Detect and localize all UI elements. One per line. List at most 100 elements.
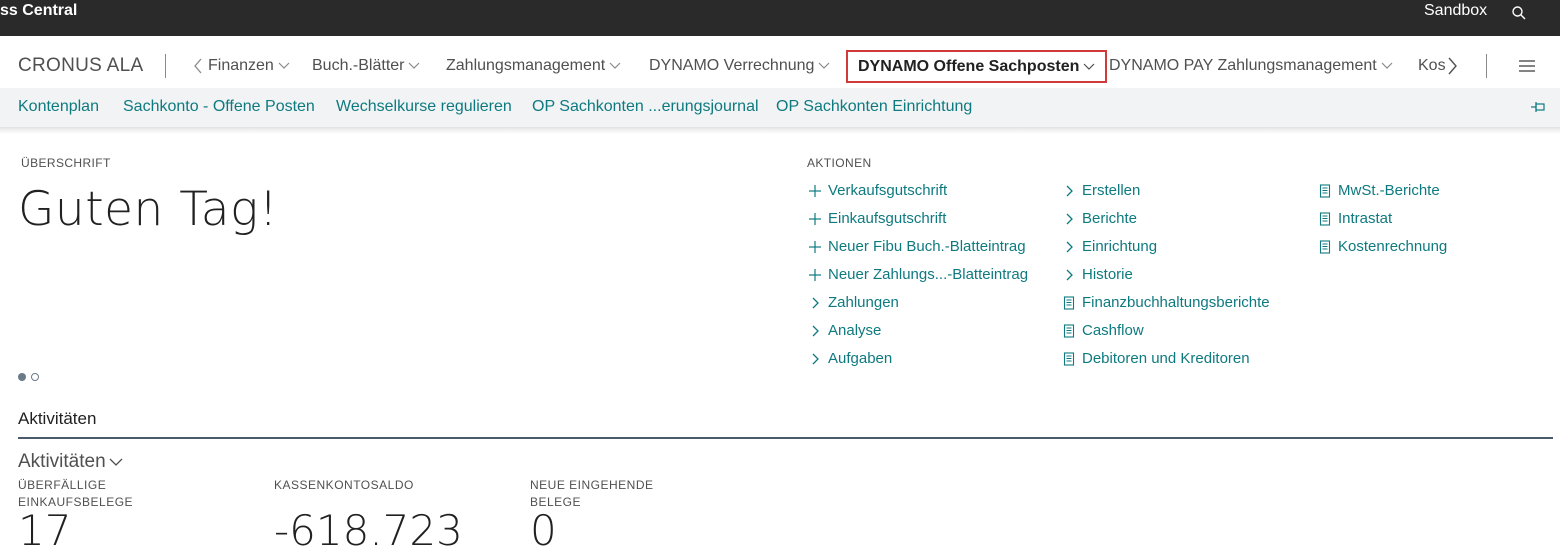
subnav-shadow [0, 128, 1560, 134]
action-analyse[interactable]: Analyse [808, 322, 881, 339]
tile-value-kassenkontosaldo[interactable]: -618.723 [274, 506, 463, 555]
section-divider [18, 437, 1553, 439]
plus-icon [809, 268, 821, 281]
action-label: Verkaufsgutschrift [828, 182, 948, 199]
report-icon [1063, 295, 1075, 310]
nav-item-label: Finanzen [208, 57, 274, 74]
nav-item-label: Buch.-Blätter [312, 57, 405, 74]
nav-item-label: DYNAMO PAY Zahlungsmanagement [1109, 57, 1377, 74]
nav-divider [165, 54, 166, 78]
chevron-right-icon [1066, 213, 1073, 224]
action-mwst-berichte[interactable]: MwSt.-Berichte [1318, 182, 1440, 199]
chevron-down-icon [409, 62, 420, 69]
action-cashflow[interactable]: Cashflow [1062, 322, 1144, 339]
action-erstellen[interactable]: Erstellen [1062, 182, 1140, 199]
pager-dot[interactable] [31, 373, 39, 381]
action-label: Debitoren und Kreditoren [1082, 350, 1250, 367]
report-icon [1319, 239, 1331, 254]
pin-icon[interactable] [1530, 100, 1546, 114]
company-name[interactable]: CRONUS ALA [18, 55, 143, 77]
hamburger-menu-icon[interactable] [1518, 59, 1536, 73]
action-intrastat[interactable]: Intrastat [1318, 210, 1392, 227]
nav-item-buch-blaetter[interactable]: Buch.-Blätter [312, 57, 420, 75]
plus-icon [809, 184, 821, 197]
nav-item-label: DYNAMO Verrechnung [649, 57, 815, 74]
action-label: Historie [1082, 266, 1133, 283]
nav-item-zahlungsmanagement[interactable]: Zahlungsmanagement [446, 57, 621, 75]
report-icon [1063, 351, 1075, 366]
nav-item-kostenrechnung[interactable]: Kos [1418, 57, 1446, 75]
chevron-down-icon [1381, 62, 1393, 69]
report-icon [1319, 183, 1331, 198]
quick-links-bar: Kontenplan Sachkonto - Offene Posten Wec… [0, 88, 1560, 128]
nav-item-finanzen[interactable]: Finanzen [208, 57, 290, 75]
chevron-left-icon[interactable] [192, 58, 204, 74]
link-kontenplan[interactable]: Kontenplan [18, 98, 99, 116]
environment-label[interactable]: Sandbox [1424, 2, 1487, 20]
actions-caption: AKTIONEN [807, 156, 872, 170]
group-title-label: Aktivitäten [18, 451, 106, 472]
nav-item-dynamo-verrechnung[interactable]: DYNAMO Verrechnung [649, 57, 830, 75]
chevron-right-icon[interactable] [1446, 57, 1458, 75]
action-label: Erstellen [1082, 182, 1141, 199]
report-icon [1319, 211, 1331, 226]
nav-item-label: DYNAMO Offene Sachposten [858, 57, 1080, 75]
nav-item-dynamo-pay[interactable]: DYNAMO PAY Zahlungsmanagement [1109, 57, 1393, 75]
action-neuer-zahlungs-blatteintrag[interactable]: Neuer Zahlungs...-Blatteintrag [808, 266, 1028, 283]
action-label: Berichte [1082, 210, 1138, 227]
nav-divider [1486, 54, 1487, 78]
app-title: ss Central [0, 2, 78, 19]
action-verkaufsgutschrift[interactable]: Verkaufsgutschrift [808, 182, 947, 199]
app-header-bar: ss Central Sandbox [0, 0, 1560, 36]
plus-icon [809, 212, 821, 225]
action-label: Kostenrechnung [1338, 238, 1448, 255]
action-finanzbuchhaltungsberichte[interactable]: Finanzbuchhaltungsberichte [1062, 294, 1270, 311]
nav-item-dynamo-offene-sachposten[interactable]: DYNAMO Offene Sachposten [846, 50, 1108, 83]
role-center-navigation: CRONUS ALA Finanzen Buch.-Blätter Zahlun… [0, 36, 1560, 88]
action-label: Neuer Fibu Buch.-Blatteintrag [828, 238, 1026, 255]
greeting-text: Guten Tag! [18, 182, 279, 237]
chevron-down-icon [278, 62, 290, 69]
chevron-right-icon [1066, 241, 1073, 252]
action-label: Cashflow [1082, 322, 1144, 339]
activities-section-title: Aktivitäten [18, 409, 97, 428]
action-label: MwSt.-Berichte [1338, 182, 1440, 199]
chevron-down-icon [818, 62, 830, 69]
action-neuer-fibu-buchblatteintrag[interactable]: Neuer Fibu Buch.-Blatteintrag [808, 238, 1026, 255]
headline-caption: ÜBERSCHRIFT [21, 156, 111, 170]
link-op-sachkonten-journal[interactable]: OP Sachkonten ...erungsjournal [532, 98, 759, 116]
action-kostenrechnung[interactable]: Kostenrechnung [1318, 238, 1447, 255]
action-zahlungen[interactable]: Zahlungen [808, 294, 899, 311]
activities-group-header[interactable]: Aktivitäten [18, 451, 123, 473]
action-aufgaben[interactable]: Aufgaben [808, 350, 892, 367]
action-label: Intrastat [1338, 210, 1393, 227]
search-icon[interactable] [1511, 5, 1527, 21]
nav-item-label: Kos [1418, 57, 1446, 74]
nav-item-label: Zahlungsmanagement [446, 57, 606, 74]
action-label: Aufgaben [828, 350, 893, 367]
action-berichte[interactable]: Berichte [1062, 210, 1137, 227]
link-wechselkurse-regulieren[interactable]: Wechselkurse regulieren [336, 98, 512, 116]
action-einrichtung[interactable]: Einrichtung [1062, 238, 1157, 255]
tile-value-neue-eingehende-belege[interactable]: 0 [530, 506, 557, 555]
tile-value-ueberfaellige-einkaufsbelege[interactable]: 17 [18, 506, 71, 555]
link-sachkonto-offene-posten[interactable]: Sachkonto - Offene Posten [123, 98, 315, 116]
action-label: Einrichtung [1082, 238, 1158, 255]
action-label: Neuer Zahlungs...-Blatteintrag [828, 266, 1029, 283]
chevron-right-icon [812, 297, 819, 308]
chevron-right-icon [1066, 185, 1073, 196]
chevron-down-icon [1083, 63, 1095, 70]
action-historie[interactable]: Historie [1062, 266, 1133, 283]
pager-dot-active[interactable] [18, 373, 26, 381]
chevron-right-icon [1066, 269, 1073, 280]
tile-label-kassenkontosaldo: KASSENKONTOSALDO [274, 478, 414, 492]
action-label: Analyse [828, 322, 882, 339]
report-icon [1063, 323, 1075, 338]
action-einkaufsgutschrift[interactable]: Einkaufsgutschrift [808, 210, 946, 227]
link-op-sachkonten-einrichtung[interactable]: OP Sachkonten Einrichtung [776, 98, 972, 116]
action-debitoren-und-kreditoren[interactable]: Debitoren und Kreditoren [1062, 350, 1250, 367]
plus-icon [809, 240, 821, 253]
chevron-right-icon [812, 325, 819, 336]
action-label: Finanzbuchhaltungsberichte [1082, 294, 1270, 311]
chevron-down-icon [109, 458, 123, 466]
